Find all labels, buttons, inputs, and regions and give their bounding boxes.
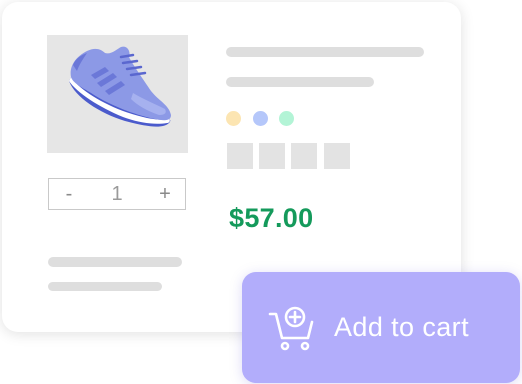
quantity-value[interactable]: 1 — [89, 179, 145, 209]
sneaker-icon — [69, 46, 171, 127]
description-placeholder-line-2 — [48, 282, 162, 291]
size-option[interactable] — [227, 143, 253, 169]
title-placeholder-line-1 — [226, 47, 424, 57]
quantity-stepper: - 1 + — [48, 178, 186, 210]
quantity-decrement-button[interactable]: - — [49, 179, 89, 209]
add-to-cart-button[interactable]: Add to cart — [242, 272, 520, 383]
size-option[interactable] — [259, 143, 285, 169]
color-option-green[interactable] — [279, 111, 294, 126]
add-to-cart-label: Add to cart — [334, 312, 469, 342]
color-option-yellow[interactable] — [226, 111, 241, 126]
size-option[interactable] — [324, 143, 350, 169]
cart-add-icon — [268, 306, 314, 350]
color-option-blue[interactable] — [253, 111, 268, 126]
title-placeholder-line-2 — [226, 77, 374, 87]
quantity-increment-button[interactable]: + — [145, 179, 185, 209]
product-image — [47, 35, 188, 153]
product-price: $57.00 — [229, 203, 314, 233]
size-option[interactable] — [291, 143, 317, 169]
description-placeholder-line-1 — [48, 257, 182, 267]
